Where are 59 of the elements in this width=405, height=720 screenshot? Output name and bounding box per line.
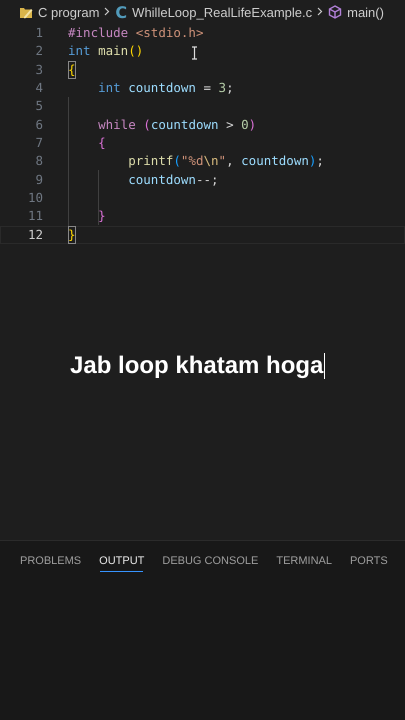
panel-tab[interactable]: TERMINAL <box>267 551 341 572</box>
code-token: while <box>98 116 136 134</box>
breadcrumb-item[interactable]: main() <box>347 4 384 20</box>
code-token: <stdio.h> <box>136 24 204 42</box>
line-number: 2 <box>34 42 44 60</box>
code-token: #include <box>68 24 128 42</box>
breadcrumb-item[interactable]: WhilleLoop_RealLifeExample.c <box>132 4 312 20</box>
code-token: printf <box>128 152 174 170</box>
subtitle-caption: Jab loop khatam hoga <box>70 352 324 380</box>
code-token: 0 <box>241 116 249 134</box>
c-file-icon: C <box>115 2 128 22</box>
code-token: countdown <box>128 79 196 98</box>
chevron-icon <box>104 7 110 16</box>
breadcrumb-item[interactable]: C program <box>38 4 100 20</box>
code-token: , <box>226 152 234 170</box>
panel-tab[interactable]: OUTPUT <box>90 551 154 572</box>
code-token: countdown <box>241 152 309 170</box>
code-token: ) <box>308 152 316 170</box>
line-number: 12 <box>26 226 44 244</box>
chevron-icon <box>317 7 324 16</box>
code-token: () <box>128 42 144 60</box>
code-token: ; <box>226 79 234 98</box>
code-token: ( <box>173 152 181 170</box>
code-token: "%d <box>180 152 204 170</box>
line-number: 6 <box>34 116 44 134</box>
line-number: 10 <box>26 189 44 208</box>
line-number: 1 <box>34 24 44 42</box>
line-number: 5 <box>34 97 44 116</box>
code-token: countdown <box>128 170 196 189</box>
panel-tab[interactable]: PROBLEMS <box>11 551 90 572</box>
panel-tab[interactable]: PORTS <box>340 551 397 572</box>
code-token: 3 <box>218 79 226 98</box>
line-number: 7 <box>34 134 44 152</box>
code-token: } <box>98 207 106 226</box>
code-token: int <box>98 79 121 98</box>
code-token: int <box>68 42 91 60</box>
line-number: 3 <box>34 60 44 79</box>
cube-icon <box>328 5 342 19</box>
folder-icon <box>19 6 33 18</box>
panel-tab[interactable]: DEBUG CONSOLE <box>153 551 268 572</box>
matched-bracket: { <box>68 60 76 80</box>
code-token: ( <box>143 116 151 134</box>
code-token: = <box>203 79 212 98</box>
line-number: 8 <box>34 152 44 170</box>
code-token: countdown <box>150 116 219 134</box>
code-token: " <box>218 152 226 170</box>
code-token: --; <box>196 170 219 189</box>
code-token: > <box>226 116 234 134</box>
code-token: ) <box>248 116 256 134</box>
line-number: 11 <box>26 207 44 226</box>
code-token: { <box>98 134 106 152</box>
text-caret <box>324 353 326 379</box>
text-cursor-icon <box>191 46 198 60</box>
code-token: ; <box>316 152 324 170</box>
line-number: 9 <box>34 170 44 189</box>
matched-bracket: } <box>68 226 76 244</box>
line-number: 4 <box>34 79 44 98</box>
code-token: \n <box>203 152 219 170</box>
code-token: main <box>98 42 128 60</box>
